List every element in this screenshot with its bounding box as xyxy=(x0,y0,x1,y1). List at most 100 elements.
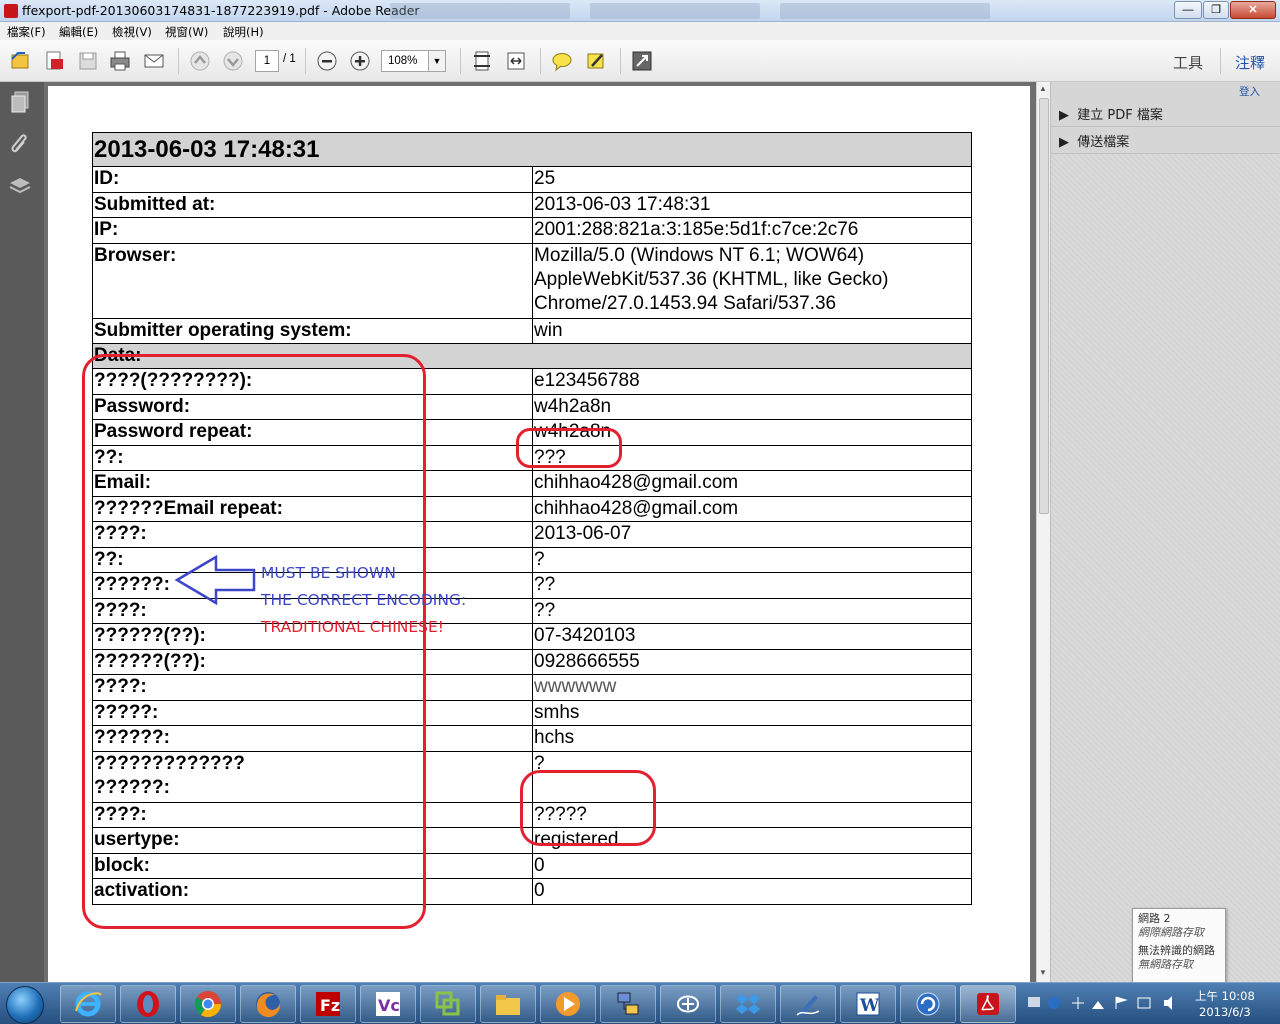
tools-button[interactable]: 工具 xyxy=(1173,52,1203,73)
field-value: ?? xyxy=(532,572,972,599)
field-value: hchs xyxy=(532,725,972,752)
network-access: 網際網路存取 xyxy=(1138,926,1204,939)
menu-view[interactable]: 檢視(V) xyxy=(112,24,152,40)
system-tray xyxy=(1020,983,1190,1024)
zoom-dropdown-icon[interactable]: ▼ xyxy=(428,50,446,72)
clock-date[interactable]: 2013/6/3 xyxy=(1199,1005,1251,1019)
minimize-button[interactable]: — xyxy=(1174,1,1202,19)
field-value: 0928666555 xyxy=(532,648,972,675)
firefox-taskbar-button[interactable] xyxy=(240,985,296,1023)
network-tool-taskbar-button[interactable] xyxy=(600,985,656,1023)
send-files-item[interactable]: ▶ 傳送檔案 xyxy=(1059,131,1129,150)
network-name: 網路 2 xyxy=(1138,912,1171,925)
table-row: IP: 2001:288:821a:3:185e:5d1f:c7ce:2c76 xyxy=(92,217,972,244)
dropbox-taskbar-button[interactable] xyxy=(720,985,776,1023)
annotation-text-line1: MUST BE SHOWN xyxy=(261,564,396,582)
folder-icon xyxy=(496,995,520,1015)
adobe-reader-icon xyxy=(4,4,18,18)
layers-icon[interactable] xyxy=(8,174,32,198)
zoom-level-input[interactable]: 108% xyxy=(381,50,429,72)
field-value: 2001:288:821a:3:185e:5d1f:c7ce:2c76 xyxy=(532,217,972,244)
prev-page-icon[interactable] xyxy=(188,49,212,73)
filezilla-icon: Fz xyxy=(316,992,340,1016)
restore-button[interactable]: ❐ xyxy=(1203,1,1229,19)
field-value: ? xyxy=(532,546,972,573)
signature-tool-taskbar-button[interactable] xyxy=(780,985,836,1023)
expand-icon[interactable] xyxy=(630,49,654,73)
comment-button[interactable]: 注釋 xyxy=(1235,52,1265,73)
vmware-taskbar-button[interactable] xyxy=(420,985,476,1023)
media-player-taskbar-button[interactable] xyxy=(540,985,596,1023)
field-value: 2013-06-07 xyxy=(532,521,972,548)
field-key: ID: xyxy=(92,166,533,193)
field-value: 07-3420103 xyxy=(532,623,972,650)
ie-taskbar-button[interactable] xyxy=(60,985,116,1023)
tools-pane: 登入 ▶ 建立 PDF 檔案 ▶ 傳送檔案 xyxy=(1050,82,1280,982)
ie-icon xyxy=(75,991,102,1017)
annotation-value-circle-2 xyxy=(520,770,656,846)
adobe-reader-taskbar-button[interactable] xyxy=(960,985,1016,1023)
field-value: 2013-06-03 17:48:31 xyxy=(532,191,972,218)
pages-icon[interactable] xyxy=(8,90,32,114)
chrome-taskbar-button[interactable] xyxy=(180,985,236,1023)
highlight-icon[interactable] xyxy=(584,49,608,73)
table-row: Submitted at: 2013-06-03 17:48:31 xyxy=(92,191,972,218)
clock-time[interactable]: 上午 10:08 xyxy=(1195,988,1255,1004)
menu-help[interactable]: 說明(H) xyxy=(223,24,264,40)
word-taskbar-button[interactable]: W xyxy=(840,985,896,1023)
fit-page-icon[interactable] xyxy=(470,49,494,73)
annotation-keys-circle xyxy=(82,354,426,929)
menu-file[interactable]: 檔案(F) xyxy=(7,24,46,40)
email-icon[interactable] xyxy=(142,49,166,73)
scrollbar-thumb[interactable] xyxy=(1039,98,1049,514)
tray-icons[interactable] xyxy=(1020,983,1190,1024)
dropbox-icon xyxy=(736,994,760,1014)
print-icon[interactable] xyxy=(108,49,132,73)
title-bar: ffexport-pdf-20130603174831-1877223919.p… xyxy=(0,0,1280,22)
no-network-access: 無網路存取 xyxy=(1138,958,1193,971)
opera-icon xyxy=(137,991,159,1017)
filezilla-taskbar-button[interactable]: Fz xyxy=(300,985,356,1023)
explorer-taskbar-button[interactable] xyxy=(480,985,536,1023)
send-files-label: 傳送檔案 xyxy=(1077,135,1130,150)
next-page-icon[interactable] xyxy=(221,49,245,73)
fit-width-icon[interactable] xyxy=(504,49,528,73)
refresh-tool-taskbar-button[interactable] xyxy=(900,985,956,1023)
table-row: Browser: Mozilla/5.0 (Windows NT 6.1; WOW… xyxy=(92,242,972,319)
network-tool-icon xyxy=(617,992,639,1015)
sticky-note-icon[interactable] xyxy=(550,49,574,73)
attachment-icon[interactable] xyxy=(8,132,32,156)
zoom-out-icon[interactable] xyxy=(315,49,339,73)
field-value: 0 xyxy=(532,852,972,879)
sign-in-link[interactable]: 登入 xyxy=(1239,84,1260,99)
cloud-sync-icon xyxy=(676,995,700,1013)
svg-text:Vc: Vc xyxy=(378,996,400,1015)
zoom-in-icon[interactable] xyxy=(348,49,372,73)
cloud-sync-taskbar-button[interactable] xyxy=(660,985,716,1023)
word-icon: W xyxy=(856,992,880,1016)
menu-edit[interactable]: 編輯(E) xyxy=(59,24,98,40)
background-window-tabs xyxy=(390,3,1010,19)
field-value: 0 xyxy=(532,878,972,905)
signature-pen-icon xyxy=(796,995,820,1016)
close-button[interactable]: ✕ xyxy=(1230,1,1276,19)
page-number-input[interactable]: 1 xyxy=(255,50,279,72)
document-scrollbar[interactable]: ▲ ▼ xyxy=(1036,82,1050,982)
field-value: Mozilla/5.0 (Windows NT 6.1; WOW64) Appl… xyxy=(532,242,972,319)
menu-window[interactable]: 視窗(W) xyxy=(165,24,208,40)
field-key: IP: xyxy=(92,217,533,244)
opera-taskbar-button[interactable] xyxy=(120,985,176,1023)
refresh-globe-icon xyxy=(916,992,940,1016)
field-value: smhs xyxy=(532,699,972,726)
table-row: Submitter operating system: win xyxy=(92,317,972,344)
svg-text:Fz: Fz xyxy=(320,996,340,1015)
save-icon[interactable] xyxy=(76,49,100,73)
annotation-value-circle-1 xyxy=(516,428,622,468)
open-icon[interactable] xyxy=(8,49,32,73)
firefox-icon xyxy=(256,992,281,1018)
page-count: / 1 xyxy=(283,53,296,65)
create-pdf-icon[interactable] xyxy=(42,49,66,73)
start-button[interactable] xyxy=(6,986,44,1024)
visual-studio-taskbar-button[interactable]: Vc xyxy=(360,985,416,1023)
create-pdf-item[interactable]: ▶ 建立 PDF 檔案 xyxy=(1059,104,1163,123)
